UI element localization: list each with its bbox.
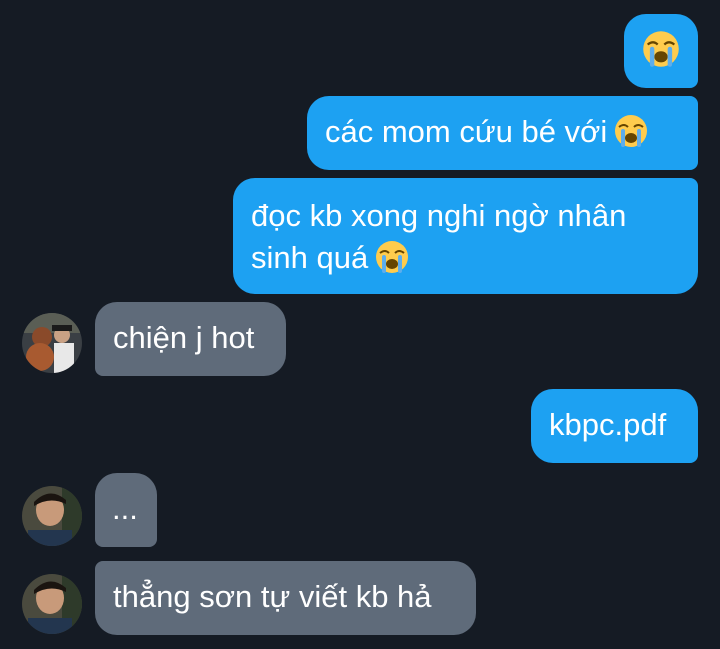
message-text-line: đọc kb xong nghi ngờ nhân <box>251 198 627 233</box>
sent-message-bubble[interactable]: kbpc.pdf <box>531 389 698 463</box>
received-message-bubble[interactable]: ... <box>95 473 157 547</box>
message-text: kbpc.pdf <box>549 407 667 442</box>
chat-thread: các mom cứu bé với đọc kb xong nghi ngờ … <box>0 0 720 649</box>
message-text: sinh quá <box>251 240 369 275</box>
loudly-crying-face-icon <box>374 239 410 275</box>
sent-message-bubble[interactable] <box>624 14 698 88</box>
message-text: chiện j hot <box>113 320 255 355</box>
message-text-line: sinh quá <box>251 238 698 278</box>
loudly-crying-face-icon <box>613 113 649 149</box>
loudly-crying-face-icon <box>641 29 679 67</box>
contact-avatar[interactable] <box>22 313 82 373</box>
contact-avatar[interactable] <box>22 486 82 546</box>
contact-avatar[interactable] <box>22 574 82 634</box>
sent-message-bubble[interactable]: đọc kb xong nghi ngờ nhân sinh quá <box>233 178 698 294</box>
received-message-bubble[interactable]: chiện j hot <box>95 302 286 376</box>
message-text: thẳng sơn tự viết kb hả <box>113 579 432 614</box>
message-text: các mom cứu bé với <box>325 114 608 149</box>
sent-message-bubble[interactable]: các mom cứu bé với <box>307 96 698 170</box>
message-text: ... <box>112 491 138 526</box>
received-message-bubble[interactable]: thẳng sơn tự viết kb hả <box>95 561 476 635</box>
